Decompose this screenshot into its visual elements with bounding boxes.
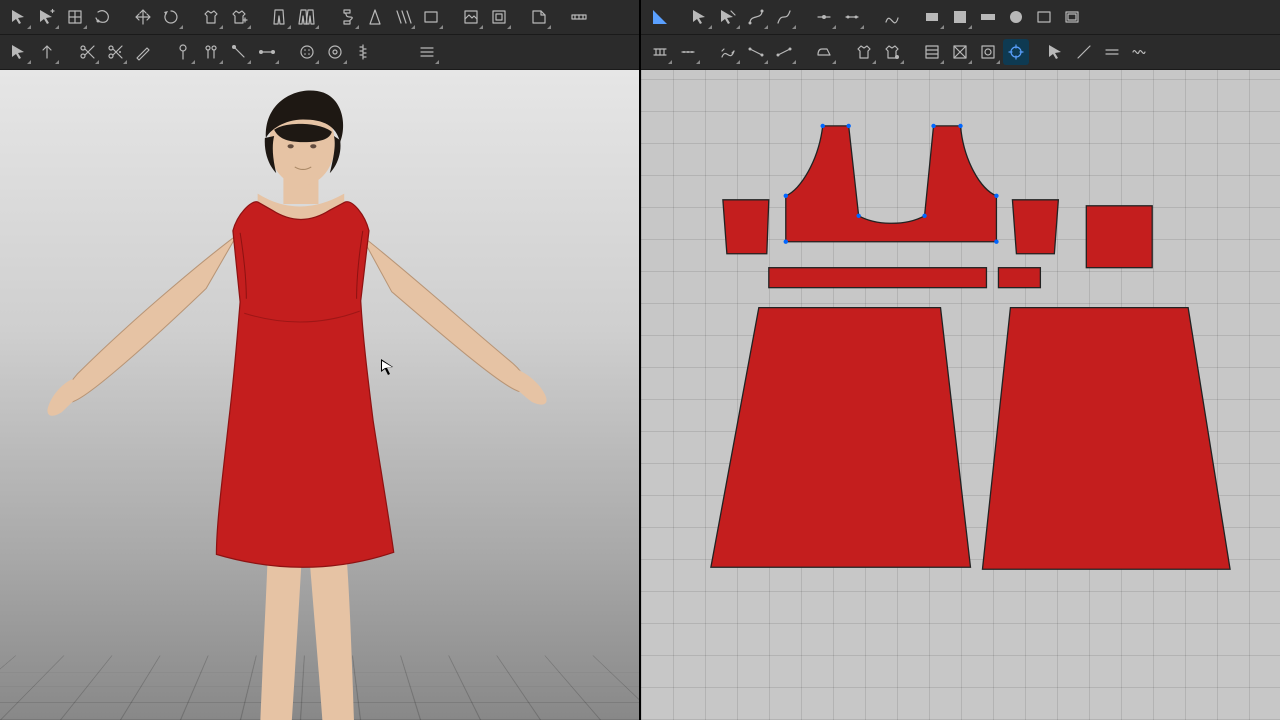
- pointer-tool[interactable]: [6, 39, 32, 65]
- dart-tool[interactable]: [362, 4, 388, 30]
- select-2d-tool[interactable]: [687, 4, 713, 30]
- pattern-side-right[interactable]: [1012, 200, 1058, 254]
- pattern-waistband-small[interactable]: [998, 268, 1040, 288]
- right-triangle-active-tool[interactable]: [647, 4, 673, 30]
- thread-tool[interactable]: [334, 4, 360, 30]
- garment-2d-dd-tool[interactable]: [879, 39, 905, 65]
- pin-tool[interactable]: [170, 39, 196, 65]
- select-tool[interactable]: [6, 4, 32, 30]
- sew-free-tool[interactable]: [715, 39, 741, 65]
- pattern-skirt-left[interactable]: [711, 308, 971, 568]
- mouse-cursor-icon: [380, 358, 394, 379]
- toolbar-2d-row1: [641, 0, 1280, 34]
- sew-line2-tool[interactable]: [771, 39, 797, 65]
- seamline-tool[interactable]: [414, 39, 440, 65]
- texture3-tool[interactable]: [975, 39, 1001, 65]
- pin-dd-tool[interactable]: [198, 39, 224, 65]
- rect-fill-tool[interactable]: [919, 4, 945, 30]
- pin3-tool[interactable]: [254, 39, 280, 65]
- viewport-2d[interactable]: [641, 70, 1280, 720]
- pane-3d: [0, 0, 641, 720]
- texture-tool[interactable]: [458, 4, 484, 30]
- toolbar-3d-row2: [0, 34, 639, 69]
- toolbar-2d: [641, 0, 1280, 70]
- wave-tool[interactable]: [1127, 39, 1153, 65]
- pattern-extra-square[interactable]: [1086, 206, 1152, 268]
- pattern-waistband[interactable]: [769, 268, 987, 288]
- circle-tool[interactable]: [1003, 4, 1029, 30]
- dbl-line-tool[interactable]: [1099, 39, 1125, 65]
- rotate-view-tool[interactable]: [158, 4, 184, 30]
- pattern-bodice[interactable]: [786, 126, 997, 242]
- edit-mesh-tool[interactable]: [62, 4, 88, 30]
- viewport-3d[interactable]: [0, 70, 639, 720]
- garment-shirt-tool[interactable]: [198, 4, 224, 30]
- texture-2d-tool[interactable]: [919, 39, 945, 65]
- add-point-tool[interactable]: [811, 4, 837, 30]
- select-right-tool[interactable]: [1043, 39, 1069, 65]
- pattern-side-left[interactable]: [723, 200, 769, 254]
- pattern-canvas[interactable]: [641, 70, 1280, 719]
- tape-tool[interactable]: [566, 4, 592, 30]
- select-move-tool[interactable]: [34, 4, 60, 30]
- garment-2d-tool[interactable]: [851, 39, 877, 65]
- garment-shirt-add-tool[interactable]: [226, 4, 252, 30]
- curve-tool[interactable]: [771, 4, 797, 30]
- rectangle-tool[interactable]: [418, 4, 444, 30]
- select-move-2d-tool[interactable]: [715, 4, 741, 30]
- toolbar-3d: [0, 0, 639, 70]
- line-tool[interactable]: [1071, 39, 1097, 65]
- pleat-tool[interactable]: [390, 4, 416, 30]
- snap-highlight-tool[interactable]: [1003, 39, 1029, 65]
- texture2-tool[interactable]: [947, 39, 973, 65]
- toolbar-3d-row1: [0, 0, 639, 34]
- rect-alt-tool[interactable]: [947, 4, 973, 30]
- pants-combo-tool[interactable]: [294, 4, 320, 30]
- pin2-tool[interactable]: [226, 39, 252, 65]
- knife-tool[interactable]: [130, 39, 156, 65]
- scissors-alt-tool[interactable]: [102, 39, 128, 65]
- iron-tool[interactable]: [811, 39, 837, 65]
- sew-line-tool[interactable]: [743, 39, 769, 65]
- pattern-skirt-right[interactable]: [982, 308, 1230, 570]
- scissors-tool[interactable]: [74, 39, 100, 65]
- lasso-tool[interactable]: [90, 4, 116, 30]
- edit-curve-tool[interactable]: [743, 4, 769, 30]
- sew-tool[interactable]: [647, 39, 673, 65]
- curve-draw-tool[interactable]: [879, 4, 905, 30]
- avatar-3d[interactable]: [0, 70, 639, 720]
- toolbar-2d-row2: [641, 34, 1280, 69]
- rect2-tool[interactable]: [975, 4, 1001, 30]
- sew-dd-tool[interactable]: [675, 39, 701, 65]
- rect3-tool[interactable]: [1031, 4, 1057, 30]
- rect4-tool[interactable]: [1059, 4, 1085, 30]
- zipper-tool[interactable]: [350, 39, 376, 65]
- texture-edit-tool[interactable]: [486, 4, 512, 30]
- edit-point-tool[interactable]: [839, 4, 865, 30]
- button-alt-tool[interactable]: [322, 39, 348, 65]
- pants-tool[interactable]: [266, 4, 292, 30]
- pan-tool[interactable]: [130, 4, 156, 30]
- arrow-up-tool[interactable]: [34, 39, 60, 65]
- pane-2d: [641, 0, 1280, 720]
- button-tool[interactable]: [294, 39, 320, 65]
- fold-tool[interactable]: [526, 4, 552, 30]
